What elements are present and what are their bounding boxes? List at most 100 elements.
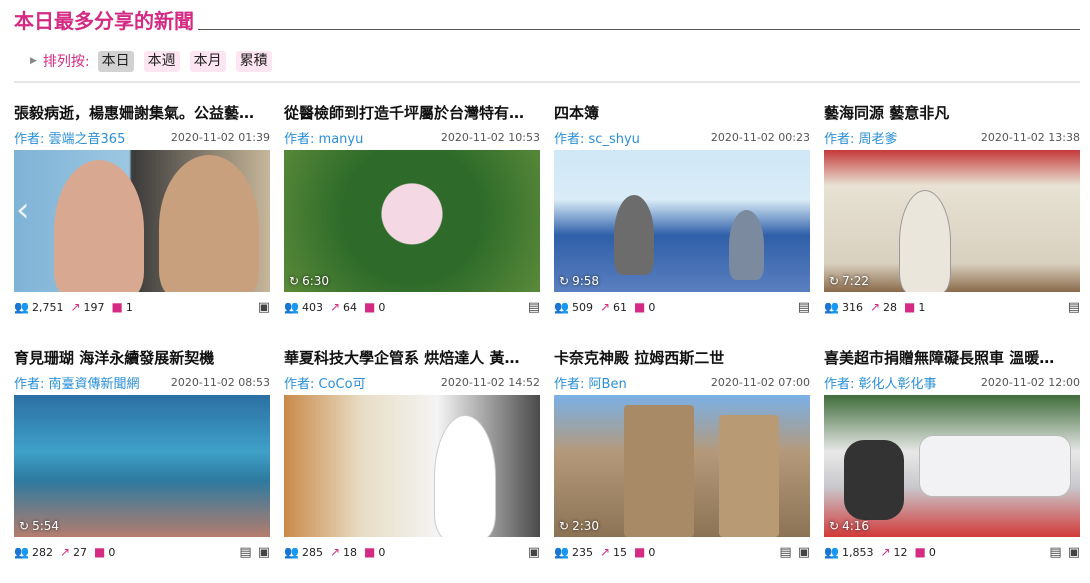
sort-month-button[interactable]: 本月: [189, 50, 226, 72]
media-icons: ▤: [522, 300, 540, 315]
author-link[interactable]: 南臺資傳新聞網: [49, 377, 140, 392]
card-title[interactable]: 四本簿: [554, 103, 810, 123]
gallery-icon[interactable]: ▣: [258, 300, 270, 315]
views-count: 235: [571, 545, 593, 559]
thumbnail-image: [284, 395, 540, 537]
card-title[interactable]: 藝海同源 藝意非凡: [824, 103, 1080, 123]
card-meta: 作者: 彰化人彰化事 2020-11-02 12:00: [824, 373, 1080, 392]
sort-week-button[interactable]: 本週: [143, 50, 180, 72]
thumbnail-figure: [844, 440, 904, 520]
author-link[interactable]: 阿Ben: [589, 377, 627, 392]
author-link[interactable]: 周老爹: [859, 132, 898, 147]
thumbnail-figure: [614, 195, 654, 275]
card-title[interactable]: 育見珊瑚 海洋永續發展新契機: [14, 348, 270, 368]
views-count: 509: [571, 300, 593, 314]
views-count: 316: [841, 300, 863, 314]
news-card: 四本簿 作者: sc_shyu 2020-11-02 00:23 ↻ 9:58 👥…: [554, 103, 810, 316]
views-stat: 👥 509: [554, 300, 593, 314]
thumbnail[interactable]: ↻ 6:30: [284, 150, 540, 292]
author-link[interactable]: sc_shyu: [589, 132, 640, 147]
comment-icon: ■: [364, 300, 376, 314]
shares-stat: ↗ 27: [60, 545, 87, 559]
views-stat: 👥 316: [824, 300, 863, 314]
views-stat: 👥 285: [284, 545, 323, 559]
thumbnail[interactable]: ↻ 5:54: [14, 395, 270, 537]
news-card: 喜美超市捐贈無障礙長照車 溫暖… 作者: 彰化人彰化事 2020-11-02 1…: [824, 348, 1080, 561]
author: 作者: 阿Ben: [554, 373, 627, 392]
publish-date: 2020-11-02 01:39: [170, 130, 270, 144]
comment-icon: ■: [634, 300, 646, 314]
shares-count: 27: [73, 545, 88, 559]
comments-count: 0: [928, 545, 936, 559]
duration-text: 5:54: [32, 519, 60, 533]
people-icon: 👥: [554, 300, 569, 314]
share-icon: ↗: [70, 300, 81, 314]
video-icon[interactable]: ▤: [779, 545, 791, 560]
video-icon[interactable]: ▤: [1068, 300, 1080, 315]
video-icon[interactable]: ▤: [1049, 545, 1061, 560]
card-title[interactable]: 喜美超市捐贈無障礙長照車 溫暖…: [824, 348, 1080, 368]
gallery-icon[interactable]: ▣: [258, 545, 270, 560]
thumbnail[interactable]: ‹: [14, 150, 270, 292]
shares-count: 18: [343, 545, 358, 559]
media-icons: ▤: [1062, 300, 1080, 315]
card-stats: 👥 2,751 ↗ 197 ■ 1 ▣: [14, 298, 270, 316]
people-icon: 👥: [14, 545, 29, 559]
video-icon[interactable]: ▤: [239, 545, 251, 560]
author-link[interactable]: manyu: [319, 132, 364, 147]
publish-date: 2020-11-02 07:00: [710, 375, 810, 389]
publish-date: 2020-11-02 14:52: [440, 375, 540, 389]
page-title: 本日最多分享的新聞: [14, 9, 194, 33]
video-icon[interactable]: ▤: [528, 300, 540, 315]
card-title[interactable]: 從醫檢師到打造千坪屬於台灣特有…: [284, 103, 540, 123]
author: 作者: 南臺資傳新聞網: [14, 373, 140, 392]
author-link[interactable]: CoCo可: [319, 377, 366, 392]
views-count: 1,853: [841, 545, 874, 559]
comment-icon: ■: [364, 545, 376, 559]
views-count: 285: [301, 545, 323, 559]
sort-today-button[interactable]: 本日: [97, 50, 134, 72]
card-stats: 👥 235 ↗ 15 ■ 0 ▤ ▣: [554, 543, 810, 561]
share-icon: ↗: [880, 545, 891, 559]
video-icon[interactable]: ▤: [798, 300, 810, 315]
video-duration: ↻ 7:22: [829, 274, 869, 288]
media-icons: ▤ ▣: [233, 545, 270, 560]
views-stat: 👥 282: [14, 545, 53, 559]
card-title[interactable]: 華夏科技大學企管系 烘焙達人 黃…: [284, 348, 540, 368]
thumbnail[interactable]: [284, 395, 540, 537]
news-card: 藝海同源 藝意非凡 作者: 周老爹 2020-11-02 13:38 ↻ 7:22…: [824, 103, 1080, 316]
thumbnail[interactable]: ↻ 7:22: [824, 150, 1080, 292]
chevron-left-icon[interactable]: ‹: [16, 190, 30, 230]
author-link[interactable]: 雲端之音365: [49, 132, 126, 147]
card-title[interactable]: 卡奈克神殿 拉姆西斯二世: [554, 348, 810, 368]
views-stat: 👥 1,853: [824, 545, 873, 559]
replay-clock-icon: ↻: [829, 519, 840, 533]
card-title[interactable]: 張毅病逝，楊惠姍謝集氣。公益藝…: [14, 103, 270, 123]
card-stats: 👥 282 ↗ 27 ■ 0 ▤ ▣: [14, 543, 270, 561]
people-icon: 👥: [284, 545, 299, 559]
views-stat: 👥 235: [554, 545, 593, 559]
thumbnail[interactable]: ↻ 2:30: [554, 395, 810, 537]
thumbnail-figure: [719, 415, 779, 537]
gallery-icon[interactable]: ▣: [1068, 545, 1080, 560]
author: 作者: sc_shyu: [554, 128, 640, 147]
header: 本日最多分享的新聞: [14, 4, 1080, 34]
share-icon: ↗: [599, 545, 611, 559]
gallery-icon[interactable]: ▣: [798, 545, 810, 560]
card-meta: 作者: 雲端之音365 2020-11-02 01:39: [14, 128, 270, 147]
thumbnail[interactable]: ↻ 9:58: [554, 150, 810, 292]
shares-stat: ↗ 12: [880, 545, 907, 559]
card-meta: 作者: 阿Ben 2020-11-02 07:00: [554, 373, 810, 392]
sort-total-button[interactable]: 累積: [235, 50, 272, 72]
comments-stat: ■ 1: [112, 300, 133, 314]
thumbnail[interactable]: ↻ 4:16: [824, 395, 1080, 537]
comments-count: 0: [648, 300, 656, 314]
author-link[interactable]: 彰化人彰化事: [859, 377, 937, 392]
news-card: 從醫檢師到打造千坪屬於台灣特有… 作者: manyu 2020-11-02 10…: [284, 103, 540, 316]
gallery-icon[interactable]: ▣: [528, 545, 540, 560]
comments-stat: ■ 0: [634, 545, 655, 559]
media-icons: ▤ ▣: [773, 545, 810, 560]
card-stats: 👥 509 ↗ 61 ■ 0 ▤: [554, 298, 810, 316]
author-prefix: 作者:: [824, 376, 855, 392]
author: 作者: CoCo可: [284, 373, 366, 392]
